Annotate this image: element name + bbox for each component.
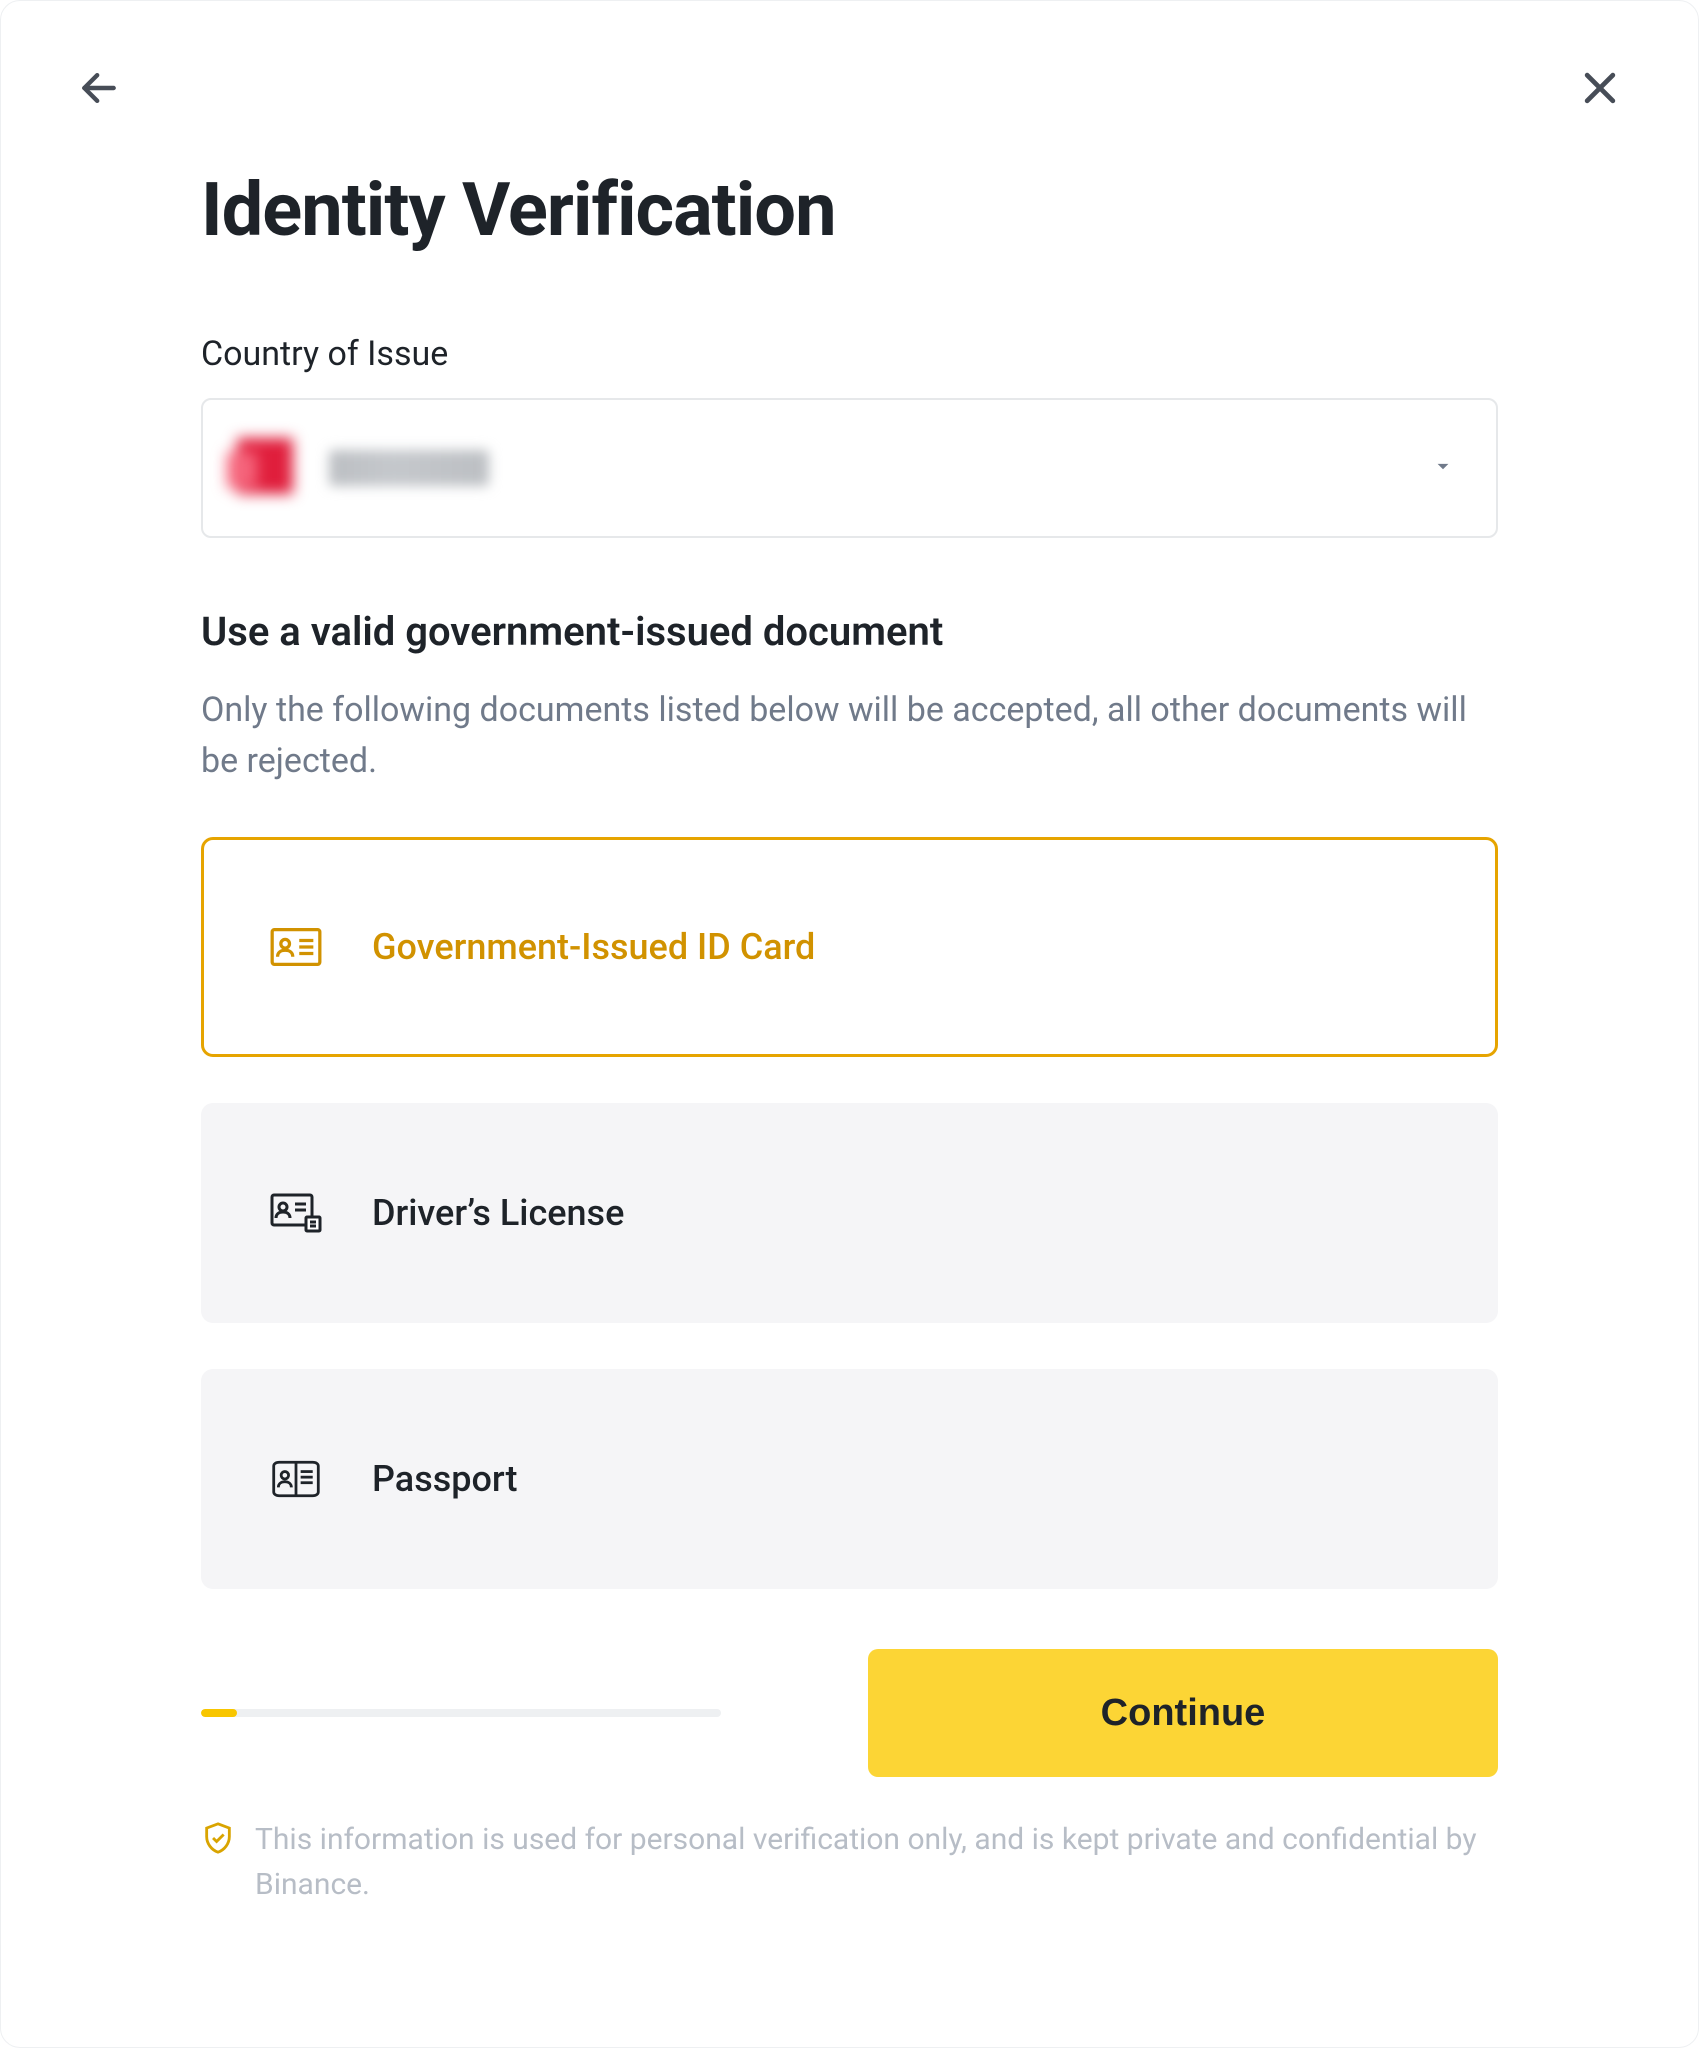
document-option-gov-id[interactable]: Government-Issued ID Card — [201, 837, 1498, 1057]
document-option-license[interactable]: Driver’s License — [201, 1103, 1498, 1323]
continue-button[interactable]: Continue — [868, 1649, 1498, 1777]
document-option-label: Passport — [372, 1458, 518, 1500]
back-button[interactable] — [71, 61, 127, 117]
country-name-redacted — [329, 450, 489, 486]
shield-check-icon — [201, 1817, 235, 1868]
disclaimer-text: This information is used for personal ve… — [255, 1817, 1498, 1907]
bottom-row: Continue — [201, 1649, 1498, 1777]
passport-icon — [268, 1451, 324, 1507]
document-section-title: Use a valid government-issued document — [201, 608, 1498, 655]
page-title: Identity Verification — [201, 167, 1498, 254]
id-card-icon — [268, 919, 324, 975]
modal-top-bar — [71, 61, 1628, 117]
document-option-label: Government-Issued ID Card — [372, 926, 815, 968]
flag-icon — [227, 432, 305, 504]
identity-verification-modal: Identity Verification Country of Issue U… — [0, 0, 1699, 2048]
chevron-down-icon — [1430, 453, 1456, 483]
country-select[interactable] — [201, 398, 1498, 538]
document-option-passport[interactable]: Passport — [201, 1369, 1498, 1589]
progress-fill — [201, 1709, 237, 1717]
drivers-license-icon — [268, 1185, 324, 1241]
arrow-left-icon — [77, 66, 121, 113]
close-button[interactable] — [1572, 61, 1628, 117]
document-option-label: Driver’s License — [372, 1192, 624, 1234]
modal-content: Identity Verification Country of Issue U… — [71, 167, 1628, 1907]
disclaimer: This information is used for personal ve… — [201, 1817, 1498, 1907]
country-label: Country of Issue — [201, 334, 1498, 374]
document-section-subtitle: Only the following documents listed belo… — [201, 685, 1498, 787]
country-select-value — [227, 432, 489, 504]
progress-bar — [201, 1709, 721, 1717]
close-icon — [1578, 66, 1622, 113]
